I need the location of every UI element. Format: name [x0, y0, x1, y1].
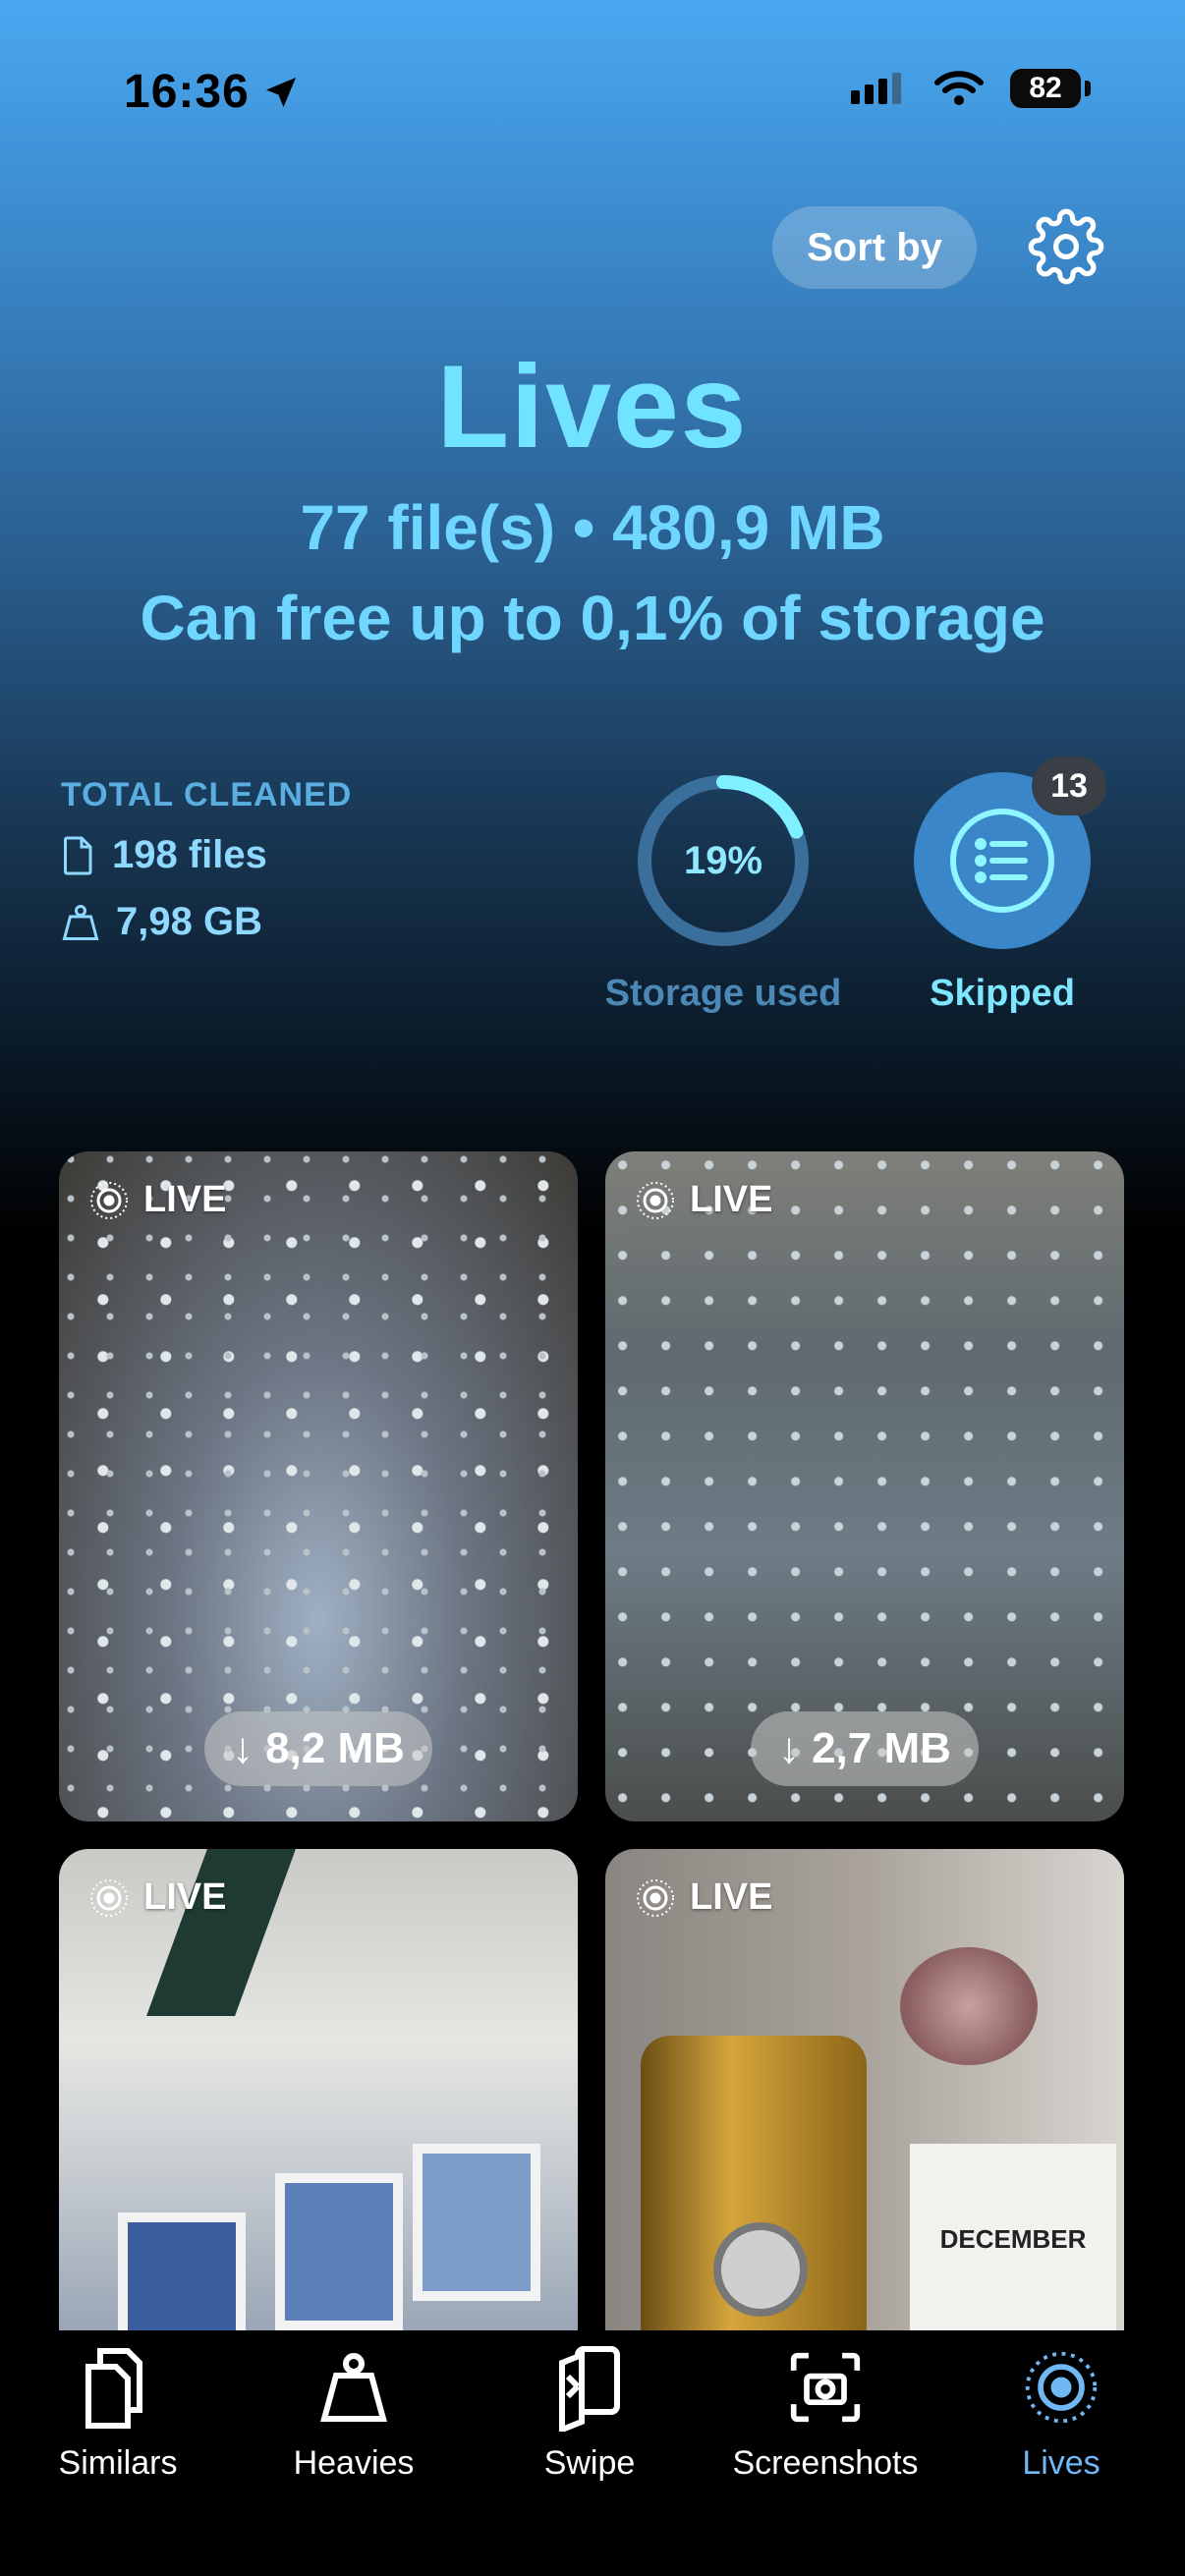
- free-up-summary: Can free up to 0,1% of storage: [140, 583, 1045, 653]
- skipped-count-badge: 13: [1032, 756, 1106, 815]
- page-title: Lives: [436, 341, 749, 473]
- calendar-block: DECEMBER: [910, 2144, 1116, 2330]
- swipe-icon: [559, 2346, 620, 2432]
- file-size-pill: ↓ 8,2 MB: [204, 1711, 432, 1786]
- live-photo-icon: [90, 1878, 128, 1917]
- sort-by-button[interactable]: Sort by: [772, 206, 977, 289]
- live-photo-card[interactable]: LIVE ↓ 2,7 MB: [605, 1151, 1124, 1821]
- live-photo-icon: [90, 1181, 128, 1219]
- polaroid-photo: [118, 2212, 246, 2330]
- gear-icon[interactable]: [1028, 208, 1104, 285]
- storage-percent: 19%: [683, 838, 763, 882]
- live-tag: LIVE: [88, 1876, 226, 1919]
- status-icons: 82: [849, 69, 1091, 108]
- live-photo-icon: [637, 1181, 674, 1219]
- weight-icon: [62, 904, 99, 940]
- live-photo-icon: [1025, 2351, 1098, 2424]
- bag-handle: [146, 1849, 296, 2016]
- wifi-icon: [934, 71, 984, 105]
- tab-heavies[interactable]: Heavies: [236, 2338, 472, 2483]
- similars-icon: [85, 2348, 142, 2429]
- live-tag: LIVE: [635, 1876, 772, 1919]
- total-cleaned-files: 198 files: [61, 833, 267, 877]
- tab-similars[interactable]: Similars: [0, 2338, 236, 2483]
- polaroid-photo: [275, 2173, 403, 2330]
- location-arrow-icon: [265, 77, 296, 107]
- calendar-text: DECEMBER: [939, 2224, 1087, 2254]
- tab-label: Lives: [1022, 2444, 1100, 2482]
- live-photo-card[interactable]: LIVE: [59, 1849, 578, 2330]
- dried-roses: [900, 1947, 1038, 2065]
- status-time: 16:36: [124, 65, 301, 119]
- polaroid-photo: [413, 2144, 540, 2301]
- cellular-signal-icon: [851, 73, 901, 104]
- screenshot-icon: [790, 2352, 861, 2423]
- document-icon: [64, 836, 92, 874]
- skipped-label: Skipped: [930, 973, 1075, 1014]
- live-photo-card[interactable]: DECEMBER LIVE: [605, 1849, 1124, 2330]
- total-cleaned-size: 7,98 GB: [61, 900, 262, 944]
- tab-screenshots[interactable]: Screenshots: [707, 2338, 943, 2483]
- file-size-pill: ↓ 2,7 MB: [751, 1711, 979, 1786]
- tab-label: Similars: [58, 2444, 178, 2482]
- tab-label: Swipe: [543, 2444, 636, 2482]
- download-arrow-icon: ↓: [232, 1724, 254, 1772]
- total-cleaned-label: TOTAL CLEANED: [61, 776, 353, 813]
- list-icon: [950, 809, 1054, 913]
- lantern-lens: [713, 2222, 808, 2317]
- tab-label: Heavies: [293, 2444, 415, 2482]
- live-tag: LIVE: [88, 1179, 226, 1221]
- storage-used-label: Storage used: [604, 973, 842, 1014]
- live-tag: LIVE: [635, 1179, 772, 1221]
- battery-indicator: 82: [1010, 69, 1091, 108]
- tab-label: Screenshots: [732, 2444, 919, 2482]
- live-photo-card[interactable]: LIVE ↓ 8,2 MB: [59, 1151, 578, 1821]
- files-summary: 77 file(s) • 480,9 MB: [300, 492, 885, 563]
- tab-swipe[interactable]: Swipe: [472, 2338, 707, 2483]
- time-text: 16:36: [124, 66, 250, 118]
- download-arrow-icon: ↓: [778, 1724, 801, 1772]
- weight-icon: [320, 2353, 387, 2422]
- tab-lives[interactable]: Lives: [943, 2338, 1179, 2483]
- live-photo-icon: [637, 1878, 674, 1917]
